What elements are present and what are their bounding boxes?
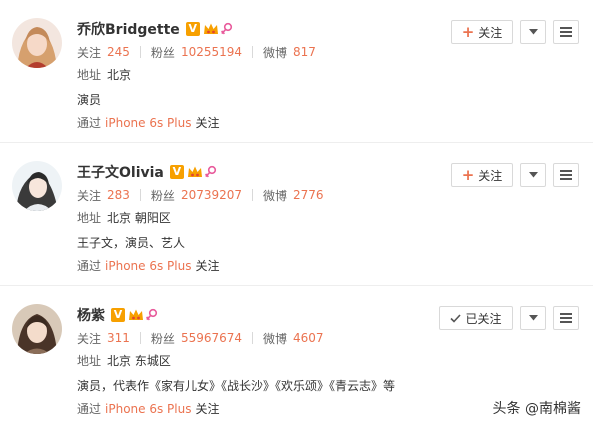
following-button[interactable]: 已关注	[439, 306, 513, 330]
user-bio: 王子文，演员、艺人	[77, 236, 186, 250]
user-address: 地址 北京	[77, 68, 132, 82]
device-link[interactable]: iPhone 6s Plus	[105, 116, 191, 130]
avatar[interactable]	[12, 18, 62, 68]
stat-followers[interactable]: 粉丝 10255194	[130, 44, 242, 61]
menu-icon	[560, 313, 572, 323]
divider	[252, 189, 254, 201]
verified-icon: V	[185, 22, 200, 36]
card-actions: 已关注	[439, 306, 579, 330]
user-bio: 演员	[77, 93, 102, 107]
user-stats: 关注 283 粉丝 20739207 微博 2776	[77, 187, 324, 203]
verified-icon: V	[169, 165, 184, 179]
card-actions: + 关注	[451, 163, 579, 187]
menu-icon	[560, 27, 572, 37]
user-stats: 关注 245 粉丝 10255194 微博 817	[77, 44, 316, 60]
followed-via: 通过 iPhone 6s Plus 关注	[77, 259, 220, 273]
stat-posts[interactable]: 微博 817	[242, 44, 316, 61]
menu-button[interactable]	[553, 163, 579, 187]
chevron-down-icon	[528, 315, 538, 321]
card-actions: + 关注	[451, 20, 579, 44]
stat-following[interactable]: 关注 283	[77, 187, 130, 204]
user-stats: 关注 311 粉丝 55967674 微博 4607	[77, 330, 324, 346]
followed-via: 通过 iPhone 6s Plus 关注	[77, 402, 220, 416]
female-icon	[204, 165, 218, 179]
follow-button[interactable]: + 关注	[451, 20, 513, 44]
plus-icon: +	[461, 166, 475, 184]
device-link[interactable]: iPhone 6s Plus	[105, 402, 191, 416]
divider	[139, 189, 141, 201]
avatar[interactable]	[12, 161, 62, 211]
divider	[252, 332, 254, 344]
user-card: 乔欣Bridgette V 关注 245 粉丝 10255194 微博 817 …	[0, 0, 593, 143]
device-link[interactable]: iPhone 6s Plus	[105, 259, 191, 273]
stat-posts[interactable]: 微博 4607	[242, 330, 324, 347]
user-card: 王子文Olivia V 关注 283 粉丝 20739207 微博 2776 地…	[0, 143, 593, 286]
verified-icon: V	[111, 308, 125, 322]
user-address: 地址 北京 东城区	[77, 354, 171, 368]
menu-button[interactable]	[553, 20, 579, 44]
followed-via: 通过 iPhone 6s Plus 关注	[77, 116, 220, 130]
plus-icon: +	[461, 23, 475, 41]
vip-crown-icon	[203, 22, 219, 36]
divider	[139, 46, 141, 58]
more-dropdown-button[interactable]	[520, 306, 546, 330]
more-dropdown-button[interactable]	[520, 163, 546, 187]
user-name[interactable]: 乔欣Bridgette	[77, 19, 180, 39]
stat-posts[interactable]: 微博 2776	[242, 187, 324, 204]
vip-crown-icon	[187, 165, 203, 179]
stat-followers[interactable]: 粉丝 55967674	[130, 330, 242, 347]
user-name[interactable]: 王子文Olivia	[77, 162, 164, 182]
follow-button[interactable]: + 关注	[451, 163, 513, 187]
user-bio: 演员，代表作《家有儿女》《战长沙》《欢乐颂》《青云志》等	[77, 379, 396, 393]
stat-followers[interactable]: 粉丝 20739207	[130, 187, 242, 204]
menu-button[interactable]	[553, 306, 579, 330]
female-icon	[220, 22, 234, 36]
vip-crown-icon	[128, 308, 144, 322]
stat-following[interactable]: 关注 245	[77, 44, 130, 61]
stat-following[interactable]: 关注 311	[77, 330, 130, 347]
user-name[interactable]: 杨紫	[77, 305, 105, 325]
divider	[139, 332, 141, 344]
check-icon	[450, 313, 462, 323]
chevron-down-icon	[528, 29, 538, 35]
menu-icon	[560, 170, 572, 180]
user-address: 地址 北京 朝阳区	[77, 211, 171, 225]
chevron-down-icon	[528, 172, 538, 178]
avatar[interactable]	[12, 304, 62, 354]
female-icon	[145, 308, 159, 322]
watermark: 头条 @南棉酱	[492, 401, 581, 417]
more-dropdown-button[interactable]	[520, 20, 546, 44]
divider	[252, 46, 254, 58]
